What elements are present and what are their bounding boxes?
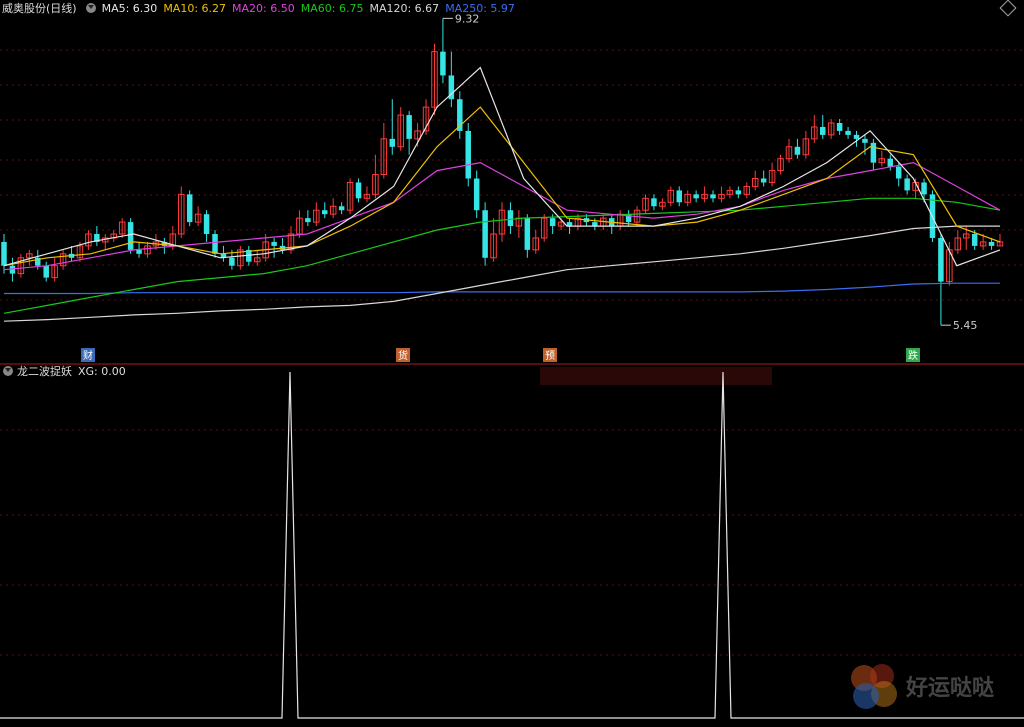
candle-body <box>710 194 716 199</box>
candle-body <box>820 126 826 135</box>
candle-body <box>338 206 345 211</box>
candle-body <box>904 178 910 191</box>
collapse-icon[interactable] <box>3 366 13 376</box>
candle-body <box>870 142 877 163</box>
candle-body <box>322 210 328 215</box>
candle-body <box>473 178 480 211</box>
low-price-label: 5.45 <box>953 319 978 332</box>
ma250-line <box>4 282 1000 295</box>
candle-body <box>482 210 488 258</box>
candle-body <box>229 257 235 266</box>
indicator-name: 龙二波捉妖 <box>17 365 72 378</box>
moving-average-lines <box>3 66 1001 322</box>
candle-body <box>592 222 598 227</box>
candle-body <box>676 190 682 203</box>
candle-body <box>212 234 218 254</box>
highlight-band <box>540 367 772 385</box>
candle-body <box>440 51 446 76</box>
ma5-label: MA5: 6.30 <box>101 1 158 15</box>
candle-body <box>465 130 471 179</box>
event-markers: 财货预跌 <box>81 348 920 362</box>
candle-body <box>524 218 531 250</box>
candle-body <box>549 218 556 227</box>
candle-body <box>43 265 49 278</box>
stock-name: 威奥股份(日线) <box>2 2 77 15</box>
candle-body <box>127 222 134 250</box>
candle-body <box>203 214 210 234</box>
ma250-label: MA250: 5.97 <box>445 1 515 15</box>
event-marker-label: 跌 <box>908 349 918 362</box>
watermark-logo-icon <box>848 660 900 712</box>
candle-body <box>1 241 7 266</box>
ma120-label: MA120: 6.67 <box>369 1 440 15</box>
event-marker-label: 预 <box>545 350 555 362</box>
candle-body <box>406 115 412 139</box>
candle-body <box>836 123 843 131</box>
candle-body <box>186 194 193 223</box>
candle-body <box>651 198 657 207</box>
ma60-label: MA60: 6.75 <box>300 1 364 15</box>
candle-body <box>988 241 995 246</box>
indicator-value: XG: 0.00 <box>78 364 126 378</box>
indicator-header: 龙二波捉妖 XG: 0.00 <box>0 363 126 379</box>
watermark: 好运哒哒 <box>848 660 994 712</box>
event-marker-label: 财 <box>83 349 93 362</box>
ma10-label: MA10: 6.27 <box>163 1 227 15</box>
candle-body <box>507 210 514 227</box>
candle-body <box>887 158 894 167</box>
candle-body <box>693 194 699 199</box>
candle-body <box>355 182 362 199</box>
candle-body <box>895 166 902 179</box>
watermark-text: 好运哒哒 <box>906 676 995 701</box>
candle-body <box>853 134 860 139</box>
grid-lines <box>0 49 1024 656</box>
candle-body <box>389 138 396 147</box>
candle-body <box>794 146 801 155</box>
candle-body <box>566 222 573 227</box>
chart-header: 威奥股份(日线) MA5: 6.30 MA10: 6.27 MA20: 6.50… <box>0 0 521 16</box>
event-marker-label: 货 <box>398 349 408 362</box>
candle-body <box>971 234 978 246</box>
ma20-label: MA20: 6.50 <box>232 1 295 15</box>
candle-body <box>136 249 142 254</box>
candlestick-series <box>1 18 1004 326</box>
candle-body <box>938 237 944 282</box>
candle-body <box>735 190 742 195</box>
candle-body <box>862 138 868 143</box>
kline-chart: 9.325.45 财货预跌 <box>0 12 1024 719</box>
candle-body <box>271 241 277 246</box>
candle-body <box>760 178 767 183</box>
candle-body <box>845 130 851 135</box>
candle-body <box>305 218 311 223</box>
collapse-icon[interactable] <box>85 3 96 13</box>
candle-body <box>921 182 927 195</box>
